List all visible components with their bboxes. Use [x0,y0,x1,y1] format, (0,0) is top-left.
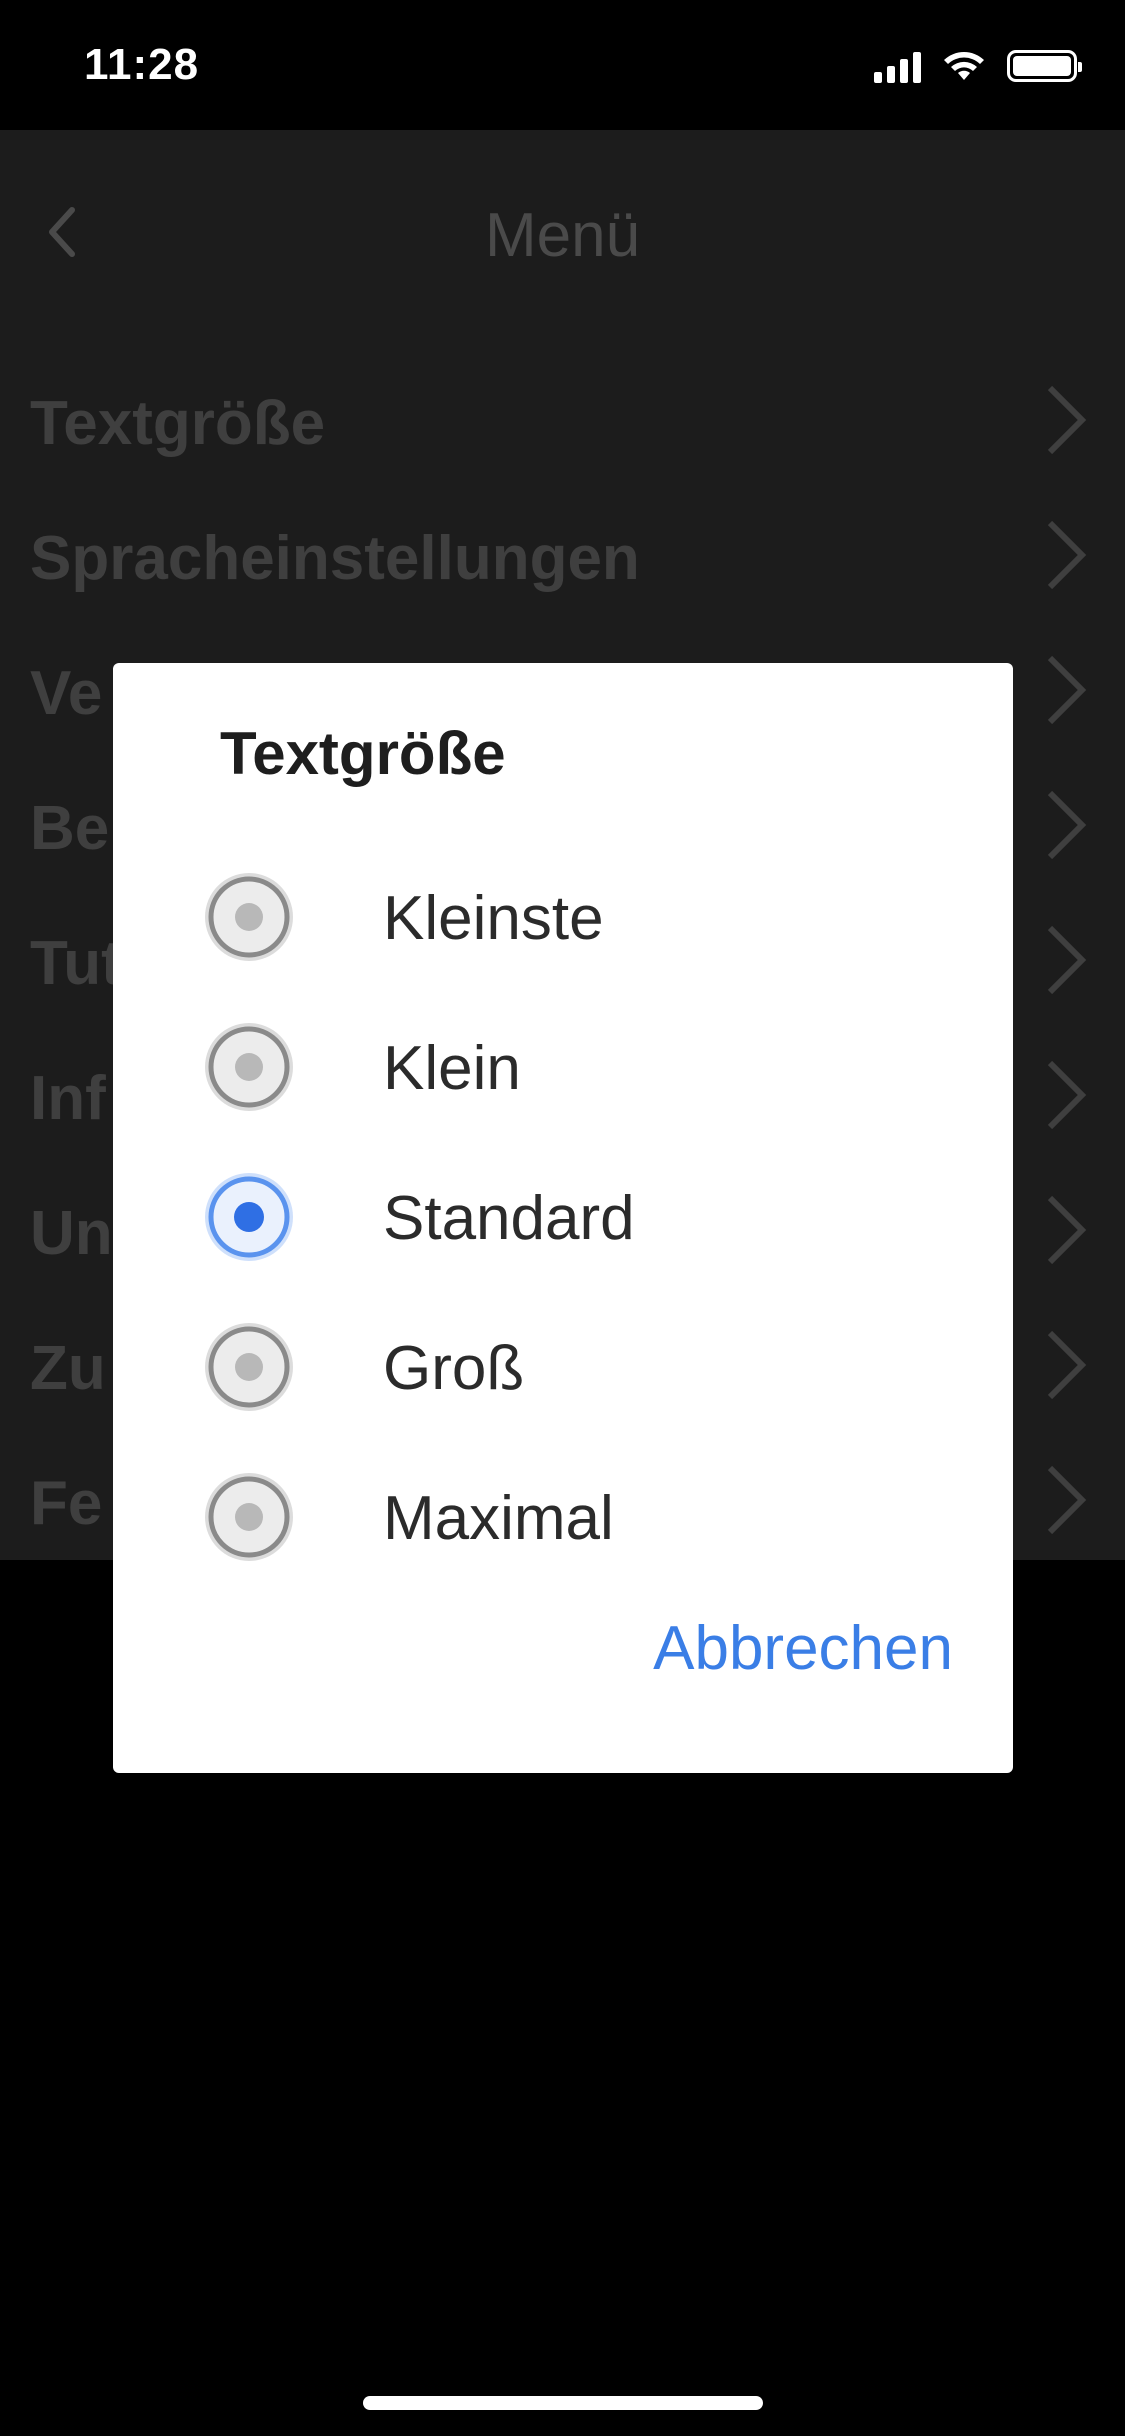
status-icons [874,48,1082,84]
page-title: Menü [484,201,641,270]
cellular-signal-icon [874,49,921,83]
chevron-right-icon [1047,385,1087,455]
chevron-right-icon [1047,655,1087,725]
radio-unselected-icon[interactable] [201,1319,297,1415]
chevron-right-icon [1047,1465,1087,1535]
option-label: Maximal [383,1484,614,1553]
menu-item-label: Ve [30,659,103,728]
text-size-dialog: Textgröße Kleinste Klein Standard Groß M… [113,663,1013,1773]
menu-item-label: Be [30,794,110,863]
nav-bar: Menü [0,130,1125,350]
chevron-right-icon [1047,1330,1087,1400]
radio-unselected-icon[interactable] [201,1019,297,1115]
menu-item-label: Inf [30,1064,106,1133]
chevron-right-icon [1047,1195,1087,1265]
menu-item[interactable]: Spracheinstellungen [0,485,1125,620]
option-kleinste[interactable]: Kleinste [113,841,1013,991]
option-klein[interactable]: Klein [113,991,1013,1141]
chevron-right-icon [1047,520,1087,590]
menu-item-label: Fe [30,1469,103,1538]
chevron-right-icon [1047,790,1087,860]
home-indicator[interactable] [363,2396,763,2410]
menu-item[interactable]: Textgröße [0,350,1125,485]
option-gross[interactable]: Groß [113,1291,1013,1441]
option-standard[interactable]: Standard [113,1141,1013,1291]
option-label: Groß [383,1334,525,1403]
wifi-icon [944,52,984,80]
battery-icon [1007,50,1082,82]
menu-item-label: Zu [30,1334,106,1403]
chevron-right-icon [1047,925,1087,995]
menu-item-label: Un [30,1199,113,1268]
radio-unselected-icon[interactable] [201,869,297,965]
menu-item-label: Tut [30,929,122,998]
option-label: Klein [383,1034,521,1103]
menu-item-label: Spracheinstellungen [30,524,640,593]
chevron-right-icon [1047,1060,1087,1130]
radio-selected-icon[interactable] [201,1169,297,1265]
dialog-title: Textgröße [220,720,506,787]
status-bar: 11:28 [0,0,1125,130]
option-label: Standard [383,1184,635,1253]
radio-unselected-icon[interactable] [201,1469,297,1565]
menu-item-label: Textgröße [30,389,326,458]
cancel-button[interactable]: Abbrechen [653,1613,953,1684]
option-label: Kleinste [383,884,604,953]
option-maximal[interactable]: Maximal [113,1441,1013,1591]
status-time: 11:28 [84,40,200,89]
